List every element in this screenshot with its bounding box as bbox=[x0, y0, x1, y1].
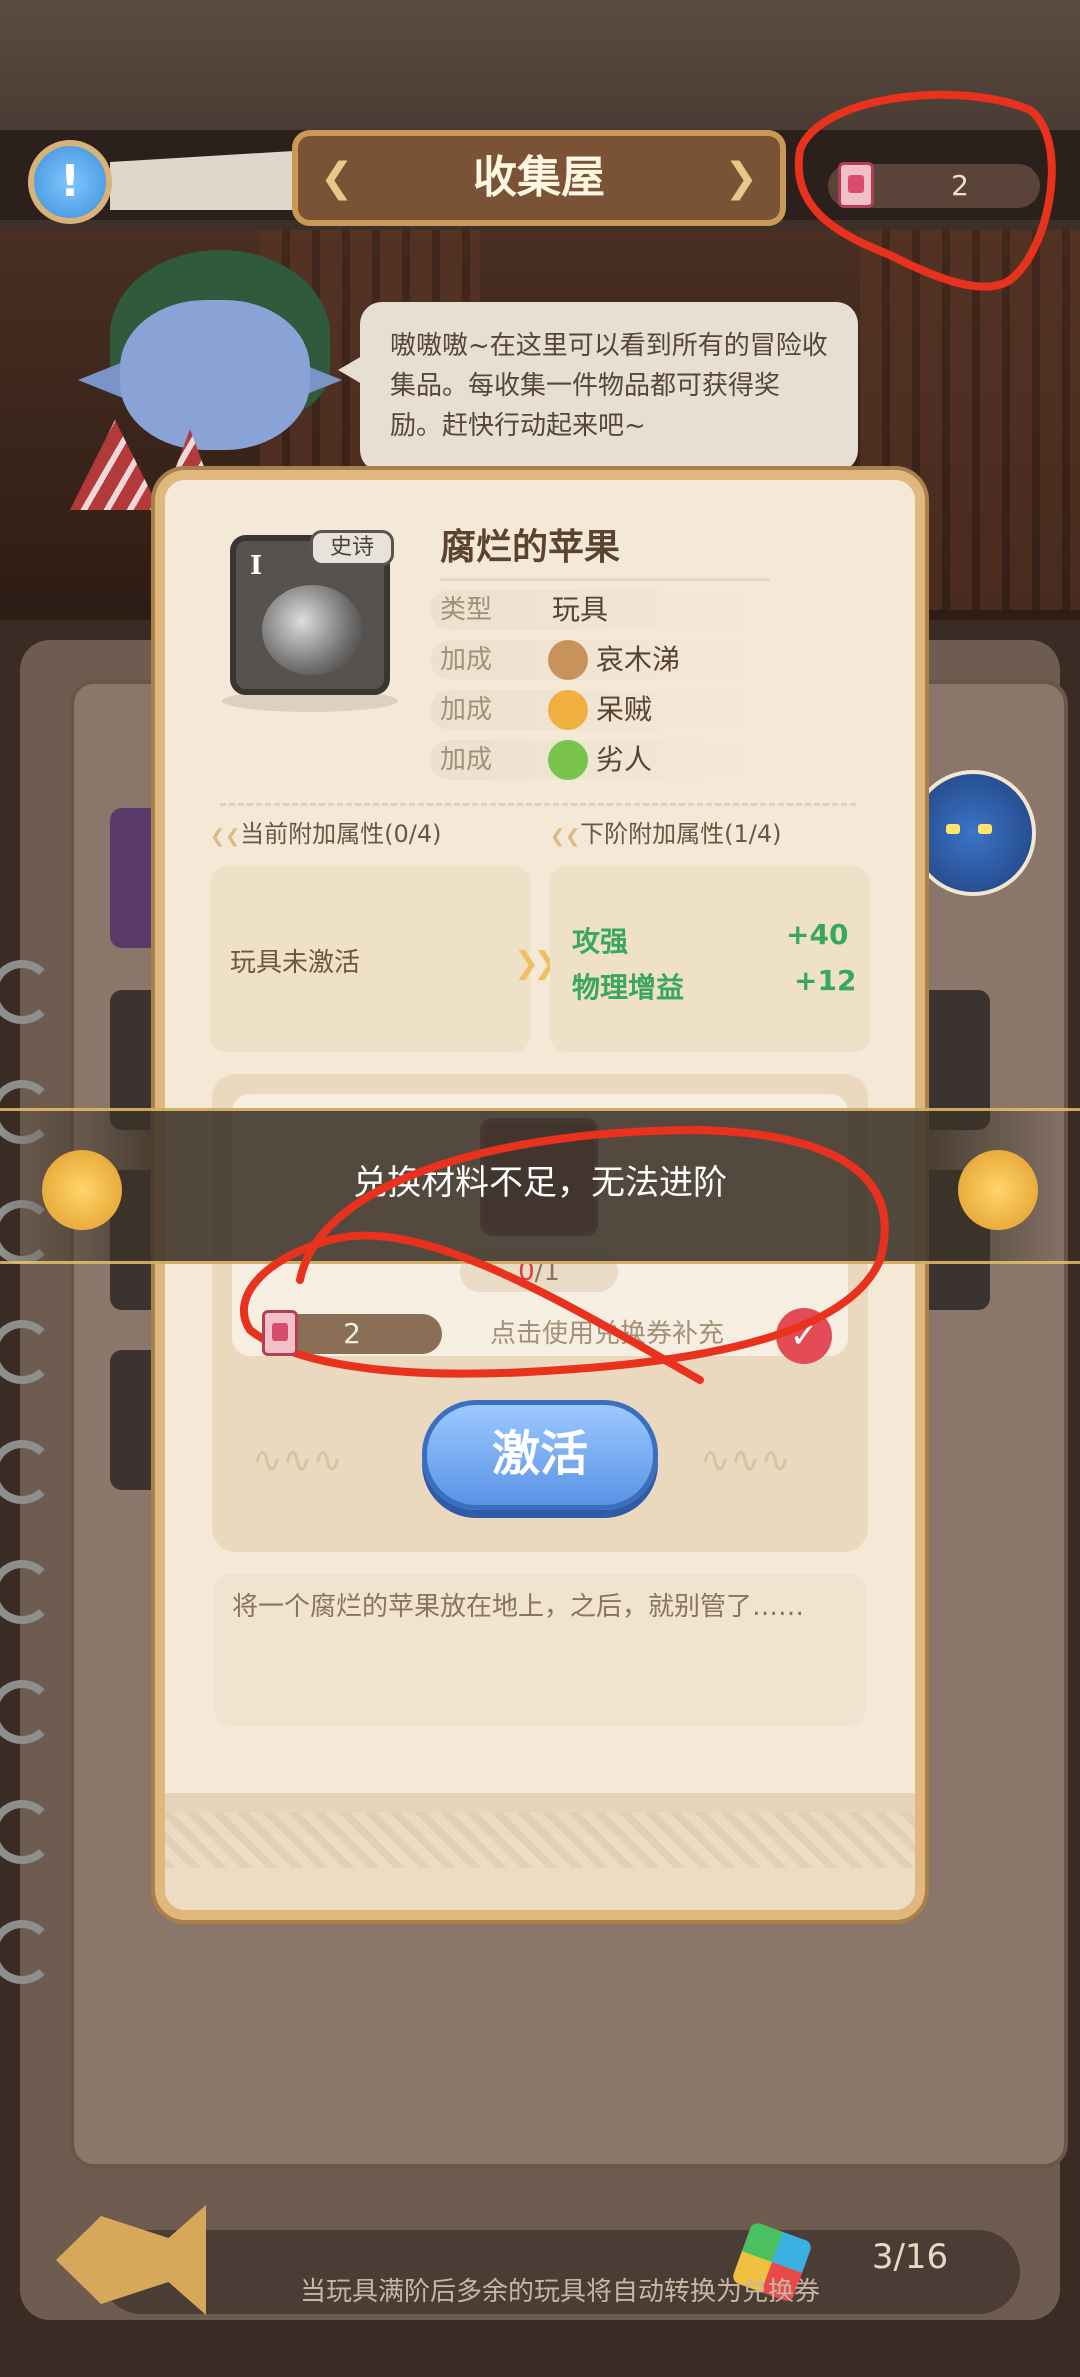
divider bbox=[220, 803, 856, 806]
chevron-right-icon[interactable]: ❯ bbox=[724, 136, 758, 220]
type-label: 类型 bbox=[440, 595, 493, 625]
bonus-value: 劣人 bbox=[596, 743, 653, 776]
swords-icon bbox=[548, 640, 588, 680]
coupon-scroll-icon bbox=[262, 1310, 298, 1356]
chevron-left-icon[interactable]: ❮ bbox=[320, 136, 354, 220]
bonus-label: 加成 bbox=[440, 645, 493, 675]
info-icon[interactable]: ! bbox=[28, 140, 112, 224]
coupon-count: 2 bbox=[951, 169, 969, 202]
rotten-apple-icon bbox=[262, 585, 362, 675]
redeem-hint[interactable]: 点击使用兑换券补充 bbox=[490, 1314, 724, 1354]
page-title: ❮ 收集屋 ❯ bbox=[292, 130, 786, 226]
npc-speech-bubble: 嗷嗷嗷~在这里可以看到所有的冒险收集品。每收集一件物品都可获得奖励。赶快行动起来… bbox=[338, 302, 858, 472]
next-attr-title: 下阶附加属性(1/4) bbox=[550, 818, 781, 853]
use-coupon-checkbox[interactable]: ✓ bbox=[776, 1308, 832, 1364]
swirl-ornament: ∿∿∿ bbox=[700, 1440, 791, 1481]
next-attr-name: 攻强 bbox=[572, 925, 629, 958]
next-attr-name: 物理增益 bbox=[572, 971, 685, 1004]
next-attr-value: +12 bbox=[794, 964, 857, 997]
bonus-value: 呆贼 bbox=[596, 693, 653, 726]
item-description: 将一个腐烂的苹果放在地上，之后，就别管了…… bbox=[214, 1574, 866, 1726]
daggers-icon bbox=[548, 690, 588, 730]
page-title-text: 收集屋 bbox=[473, 152, 605, 203]
footer-note: 当玩具满阶后多余的玩具将自动转换为兑换券 bbox=[299, 2277, 820, 2307]
avatar-eye bbox=[946, 824, 960, 834]
bonus-label: 加成 bbox=[440, 695, 493, 725]
current-attr-text: 玩具未激活 bbox=[230, 948, 361, 978]
activate-button[interactable]: 激活 bbox=[422, 1400, 658, 1510]
npc-avatar bbox=[120, 300, 310, 450]
popup-footer-pattern bbox=[165, 1812, 915, 1868]
avatar-eye bbox=[978, 824, 992, 834]
type-value: 玩具 bbox=[552, 593, 609, 626]
item-name: 腐烂的苹果 bbox=[440, 518, 770, 581]
side-character-avatar[interactable] bbox=[910, 770, 1036, 896]
current-attr-title: 当前附加属性(0/4) bbox=[210, 818, 441, 853]
coupon-scroll-icon bbox=[838, 162, 874, 208]
rarity-badge: 史诗 bbox=[310, 530, 394, 566]
item-tier: I bbox=[250, 551, 263, 581]
swirl-ornament: ∿∿∿ bbox=[252, 1440, 343, 1481]
toast-message: 兑换材料不足，无法进阶 bbox=[353, 1163, 727, 1203]
leaf-icon bbox=[548, 740, 588, 780]
next-attr-value: +40 bbox=[786, 918, 849, 951]
bonus-label: 加成 bbox=[440, 745, 493, 775]
bonus-value: 哀木涕 bbox=[596, 643, 681, 676]
